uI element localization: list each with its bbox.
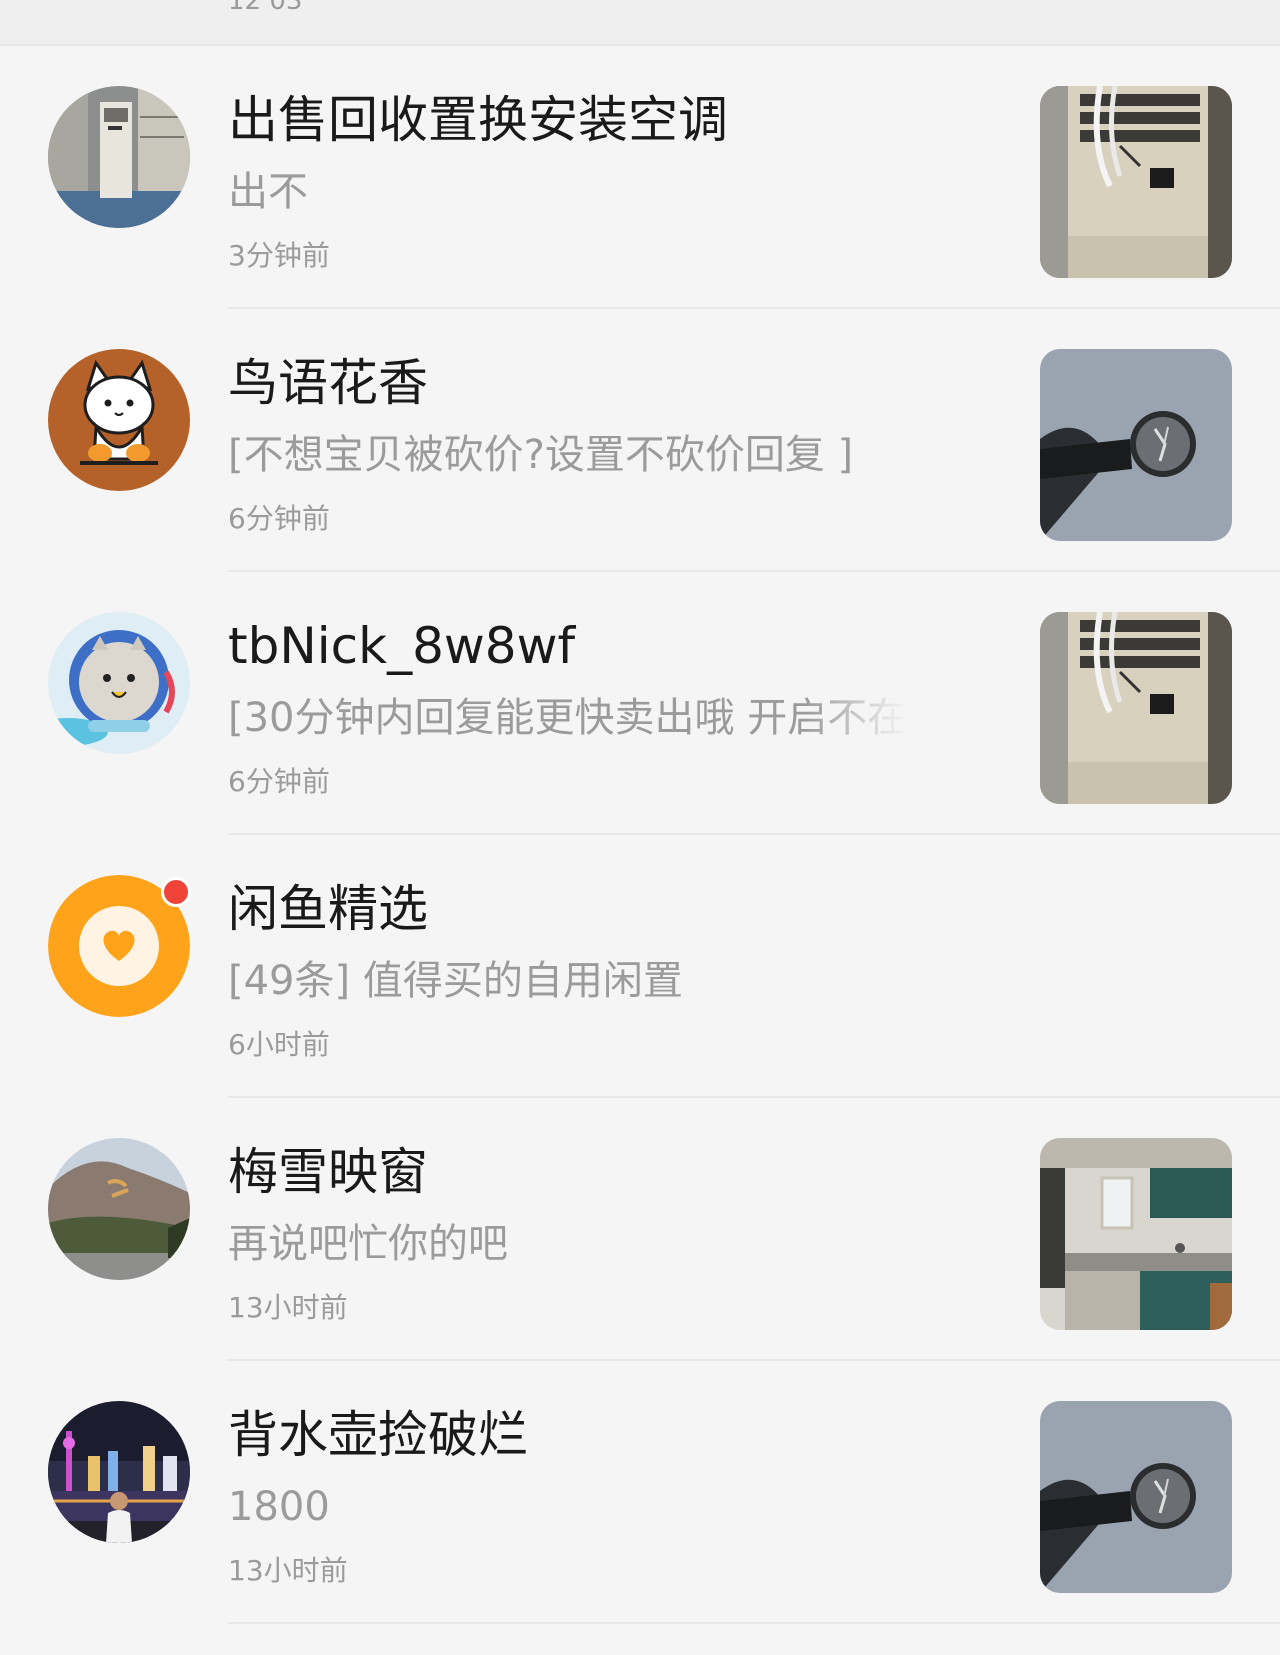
unread-dot xyxy=(161,877,191,907)
conversation-row[interactable]: 背水壶捡破烂 1800 13小时前 xyxy=(0,1361,1280,1624)
message-preview: [不想宝贝被砍价?设置不砍价回复 ] xyxy=(228,432,854,478)
conversation-row[interactable]: 鸟语花香 [不想宝贝被砍价?设置不砍价回复 ] 6分钟前 xyxy=(0,309,1280,572)
conversation-row[interactable]: 闲鱼精选 [49条] 值得买的自用闲置 6小时前 xyxy=(0,835,1280,1098)
message-list-screen: 12 03 出售回收置换安装空调 出不 3分钟前 鸟语花香 [不想宝贝被砍价?设… xyxy=(0,0,1280,1655)
watch-photo-icon xyxy=(1040,349,1232,541)
contact-name: 背水壶捡破烂 xyxy=(228,1406,528,1464)
contact-name: 闲鱼精选 xyxy=(228,880,428,938)
message-time: 6小时前 xyxy=(228,1028,330,1061)
conversation-row[interactable]: 出售回收置换安装空调 出不 3分钟前 xyxy=(0,46,1280,309)
message-time: 6分钟前 xyxy=(228,502,330,535)
message-preview: [30分钟内回复能更快卖出哦 开启不在 xyxy=(228,695,908,741)
air-conditioner-photo-icon xyxy=(1040,86,1232,278)
item-thumbnail[interactable] xyxy=(1040,1401,1232,1593)
row-divider xyxy=(228,1622,1280,1624)
message-time: 13小时前 xyxy=(228,1291,348,1324)
contact-name: 梅雪映窗 xyxy=(228,1143,428,1201)
avatar[interactable] xyxy=(48,612,190,754)
item-thumbnail[interactable] xyxy=(1040,349,1232,541)
message-time: 13小时前 xyxy=(228,1554,348,1587)
watch-photo-icon xyxy=(1040,1401,1232,1593)
air-conditioner-photo-icon xyxy=(1040,612,1232,804)
contact-name: 出售回收置换安装空调 xyxy=(228,91,728,149)
contact-name: 鸟语花香 xyxy=(228,354,428,412)
message-time: 3分钟前 xyxy=(228,239,330,272)
item-thumbnail[interactable] xyxy=(1040,1138,1232,1330)
previous-row-remnant: 12 03 xyxy=(0,0,1280,46)
message-time: 6分钟前 xyxy=(228,765,330,798)
kitchen-photo-icon xyxy=(1040,1138,1232,1330)
item-thumbnail[interactable] xyxy=(1040,612,1232,804)
avatar[interactable] xyxy=(48,349,190,491)
avatar[interactable] xyxy=(48,86,190,228)
message-preview: 1800 xyxy=(228,1484,330,1530)
astronaut-cat-avatar-icon xyxy=(48,612,190,754)
cartoon-cat-avatar-icon xyxy=(48,349,190,491)
city-night-portrait-avatar-icon xyxy=(48,1401,190,1543)
conversation-row[interactable]: tbNick_8w8wf [30分钟内回复能更快卖出哦 开启不在 6分钟前 xyxy=(0,572,1280,835)
message-preview: 出不 xyxy=(228,169,308,215)
mountain-landscape-avatar-icon xyxy=(48,1138,190,1280)
message-preview: 再说吧忙你的吧 xyxy=(228,1221,508,1267)
avatar[interactable] xyxy=(48,1401,190,1543)
previous-row-time: 12 03 xyxy=(228,0,303,16)
conversation-row[interactable]: 梅雪映窗 再说吧忙你的吧 13小时前 xyxy=(0,1098,1280,1361)
air-conditioner-avatar-icon xyxy=(48,86,190,228)
conversation-list: 出售回收置换安装空调 出不 3分钟前 鸟语花香 [不想宝贝被砍价?设置不砍价回复… xyxy=(0,46,1280,1624)
contact-name: tbNick_8w8wf xyxy=(228,617,576,675)
message-preview: [49条] 值得买的自用闲置 xyxy=(228,958,683,1004)
item-thumbnail[interactable] xyxy=(1040,86,1232,278)
avatar[interactable] xyxy=(48,1138,190,1280)
